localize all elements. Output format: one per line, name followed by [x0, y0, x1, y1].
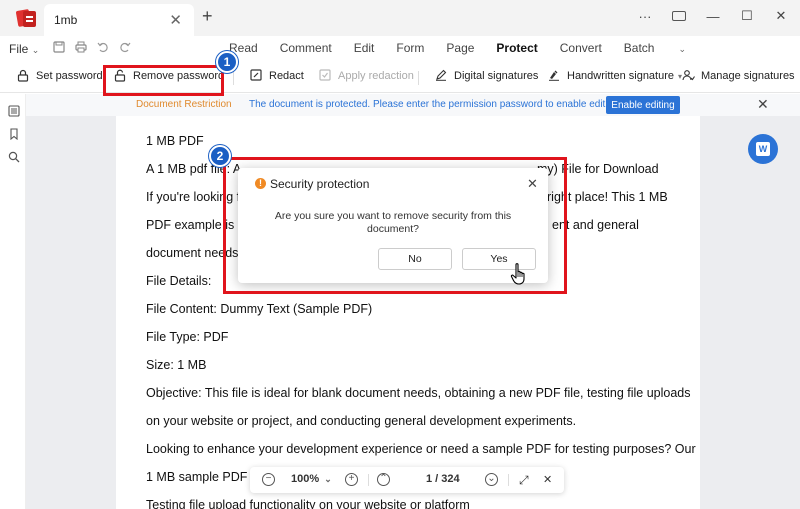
doc-line: File Content: Dummy Text (Sample PDF) [146, 302, 373, 316]
thumbnails-icon[interactable] [8, 105, 20, 117]
convert-to-word-button[interactable]: W [748, 134, 778, 164]
batch-caret-icon: ⌄ [678, 44, 687, 54]
zoom-in-icon[interactable]: + [345, 473, 358, 486]
restriction-notice: Document Restriction The document is pro… [26, 94, 800, 116]
more-options-icon[interactable]: ··· [638, 9, 652, 24]
notice-close-icon[interactable]: ✕ [757, 96, 769, 113]
undo-icon[interactable] [97, 41, 109, 56]
doc-line: File Type: PDF [146, 330, 229, 344]
menu-protect[interactable]: Protect [496, 41, 537, 55]
main-menu: Read Comment Edit Form Page Protect Conv… [229, 41, 730, 55]
page-navigation-bar: − 100% ⌄ + ⌃ 1 / 324 ⌄ ⤢ ✕ [250, 467, 564, 493]
handwritten-signature-button[interactable]: Handwritten signature ▾ [547, 69, 682, 83]
apply-redaction-label: Apply redaction [338, 70, 414, 82]
set-password-button[interactable]: Set password [16, 69, 103, 83]
apply-redaction-icon [318, 69, 332, 83]
pen-icon [434, 69, 448, 83]
toolbar-divider [233, 71, 234, 85]
fullscreen-icon[interactable]: ⤢ [519, 473, 529, 488]
maximize-icon[interactable]: ☐ [740, 8, 754, 24]
new-tab-icon[interactable]: + [202, 6, 213, 27]
highlight-dialog [223, 157, 567, 294]
left-sidebar [0, 94, 26, 509]
step-badge-1: 1 [216, 51, 238, 73]
doc-line: Looking to enhance your development expe… [146, 442, 696, 456]
document-tab-title: 1mb [54, 13, 78, 27]
doc-line: on your website or project, and conducti… [146, 414, 577, 428]
redo-icon[interactable] [119, 41, 131, 56]
window-controls: ··· — ☐ ✕ [638, 8, 788, 24]
zoom-caret-icon: ⌄ [324, 474, 332, 484]
menu-convert[interactable]: Convert [560, 41, 602, 55]
save-icon[interactable] [53, 41, 65, 56]
users-icon [681, 69, 695, 83]
manage-signatures-button[interactable]: Manage signatures › [681, 69, 800, 83]
menu-batch-label: Batch [623, 41, 655, 55]
set-password-label: Set password [36, 70, 103, 82]
digital-signatures-label: Digital signatures [454, 70, 539, 82]
quick-access [53, 41, 131, 56]
next-page-icon[interactable]: ⌄ [485, 473, 498, 486]
restriction-label: Document Restriction [136, 99, 232, 110]
minimize-icon[interactable]: — [706, 9, 720, 24]
handwriting-icon [547, 69, 561, 83]
highlight-remove-password [103, 65, 224, 96]
navbar-divider [508, 474, 509, 486]
handwritten-signature-label: Handwritten signature [567, 70, 675, 82]
restriction-message: The document is protected. Please enter … [249, 99, 619, 110]
redact-label: Redact [269, 70, 304, 82]
apply-redaction-button[interactable]: Apply redaction [318, 69, 414, 83]
print-icon[interactable] [75, 41, 87, 56]
layout-grid-icon[interactable] [672, 9, 686, 24]
word-icon: W [756, 142, 770, 156]
zoom-value: 100% [291, 473, 320, 485]
navbar-close-icon[interactable]: ✕ [543, 473, 552, 486]
file-menu[interactable]: File ⌄ [9, 42, 39, 56]
redact-button[interactable]: Redact [249, 69, 304, 83]
menu-batch[interactable]: Batch ⌄ [624, 41, 708, 55]
doc-line: 1 MB sample PDF fi [146, 470, 258, 484]
zoom-out-icon[interactable]: − [262, 473, 275, 486]
file-caret-icon: ⌄ [31, 45, 40, 55]
redact-icon [249, 69, 263, 83]
doc-line: File Details: [146, 274, 212, 288]
toolbar-divider [418, 71, 419, 85]
doc-line: Testing file upload functionality on you… [146, 498, 470, 509]
file-menu-label: File [9, 42, 29, 56]
menu-comment[interactable]: Comment [280, 41, 332, 55]
step-badge-2: 2 [209, 145, 231, 167]
doc-line: Size: 1 MB [146, 358, 207, 372]
zoom-level[interactable]: 100% ⌄ [291, 473, 332, 485]
app-logo-icon [15, 7, 37, 29]
lock-icon [16, 69, 30, 83]
doc-line: Objective: This file is ideal for blank … [146, 386, 691, 400]
menu-edit[interactable]: Edit [354, 41, 375, 55]
page-indicator[interactable]: 1 / 324 [426, 473, 460, 485]
bookmark-icon[interactable] [8, 128, 20, 141]
prev-page-icon[interactable]: ⌃ [377, 473, 390, 486]
menu-form[interactable]: Form [396, 41, 424, 55]
navbar-divider [368, 474, 369, 486]
menu-bar: File ⌄ Read Comment Edit Form Page Prote… [0, 36, 800, 61]
search-icon[interactable] [8, 151, 20, 163]
manage-signatures-label: Manage signatures [701, 70, 795, 82]
digital-signatures-button[interactable]: Digital signatures [434, 69, 538, 83]
document-tab[interactable]: 1mb ✕ [44, 4, 194, 36]
enable-editing-button[interactable]: Enable editing [606, 96, 680, 114]
tab-close-icon[interactable]: ✕ [169, 11, 182, 29]
menu-page[interactable]: Page [446, 41, 474, 55]
window-close-icon[interactable]: ✕ [774, 8, 788, 24]
doc-line: 1 MB PDF [146, 134, 204, 148]
